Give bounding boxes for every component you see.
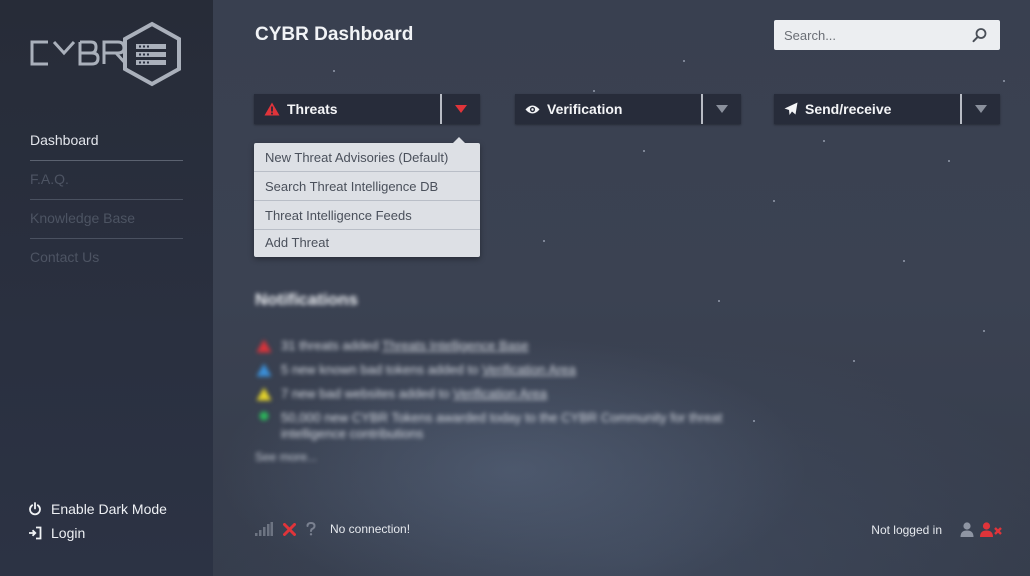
notification-link[interactable]: Threats Intelligence Base (382, 338, 529, 353)
notification-text: 7 new bad websites added to (281, 386, 454, 401)
sidebar: Dashboard F.A.Q. Knowledge Base Contact … (0, 0, 213, 576)
send-receive-button[interactable]: Send/receive (774, 94, 962, 124)
warning-icon (256, 363, 272, 377)
threats-button-group: Threats (254, 94, 480, 124)
sidebar-item-faq[interactable]: F.A.Q. (30, 161, 183, 200)
notification-item: 31 threats added Threats Intelligence Ba… (255, 338, 735, 354)
menu-item-search-threat-intelligence-db[interactable]: Search Threat Intelligence DB (254, 172, 480, 201)
user-icon[interactable] (960, 522, 974, 537)
menu-item-new-threat-advisories[interactable]: New Threat Advisories (Default) (254, 143, 480, 172)
notification-text: 5 new known bad tokens added to (281, 362, 482, 377)
threats-button[interactable]: Threats (254, 94, 442, 124)
notifications-title: Notifications (255, 290, 358, 309)
connection-status-text: No connection! (330, 522, 411, 536)
power-icon (29, 502, 41, 516)
notification-text: 50,000 new CYBR Tokens awarded today to … (281, 410, 723, 441)
paper-plane-icon (784, 102, 798, 115)
sidebar-item-contact-us[interactable]: Contact Us (30, 239, 183, 278)
caret-down-icon (455, 105, 467, 113)
menu-item-threat-intelligence-feeds[interactable]: Threat Intelligence Feeds (254, 201, 480, 230)
verification-button-group: Verification (515, 94, 741, 124)
login-status-text: Not logged in (871, 522, 942, 537)
threats-dropdown-toggle[interactable] (442, 94, 480, 124)
notification-item: 7 new bad websites added to Verification… (255, 386, 735, 402)
warning-icon (256, 339, 272, 353)
login-status: Not logged in (871, 522, 1002, 537)
caret-down-icon (716, 105, 728, 113)
verification-button[interactable]: Verification (515, 94, 703, 124)
sidebar-footer: Enable Dark Mode Login (28, 497, 167, 545)
enable-dark-mode-label: Enable Dark Mode (51, 501, 167, 517)
caret-down-icon (975, 105, 987, 113)
sidebar-item-dashboard[interactable]: Dashboard (30, 122, 183, 161)
dot-icon (259, 411, 269, 421)
enable-dark-mode-link[interactable]: Enable Dark Mode (28, 497, 167, 521)
page-title: CYBR Dashboard (255, 24, 414, 45)
eye-icon (525, 105, 540, 113)
sign-in-icon (29, 526, 42, 540)
sidebar-item-knowledge-base[interactable]: Knowledge Base (30, 200, 183, 239)
notifications-panel: Notifications 31 threats added Threats I… (255, 290, 735, 464)
login-label: Login (51, 525, 86, 541)
menu-item-add-threat[interactable]: Add Threat (254, 230, 480, 257)
close-icon (283, 522, 296, 536)
signal-icon (255, 522, 273, 536)
search-box (774, 20, 1000, 50)
see-more-link[interactable]: See more... (255, 450, 735, 464)
cybr-logo[interactable] (28, 18, 188, 90)
connection-status: No connection! (255, 522, 420, 536)
threats-dropdown-menu: New Threat Advisories (Default) Search T… (254, 137, 480, 257)
user-times-icon[interactable] (980, 522, 1002, 537)
send-receive-dropdown-toggle[interactable] (962, 94, 1000, 124)
send-receive-button-label: Send/receive (805, 101, 892, 117)
warning-icon (264, 102, 280, 116)
login-link[interactable]: Login (28, 521, 167, 545)
sidebar-nav: Dashboard F.A.Q. Knowledge Base Contact … (30, 122, 183, 278)
question-icon (306, 522, 316, 536)
search-input[interactable] (774, 20, 964, 50)
send-receive-button-group: Send/receive (774, 94, 1000, 124)
notification-text: 31 threats added (281, 338, 382, 353)
notification-item: 5 new known bad tokens added to Verifica… (255, 362, 735, 378)
notification-link[interactable]: Verification Area (482, 362, 576, 377)
threats-button-label: Threats (287, 101, 338, 117)
verification-dropdown-toggle[interactable] (703, 94, 741, 124)
notification-item: 50,000 new CYBR Tokens awarded today to … (255, 410, 735, 442)
main-content: CYBR Dashboard Threats (213, 0, 1030, 576)
verification-button-label: Verification (547, 101, 623, 117)
search-icon[interactable] (972, 27, 988, 43)
warning-icon (256, 387, 272, 401)
notification-link[interactable]: Verification Area (453, 386, 547, 401)
